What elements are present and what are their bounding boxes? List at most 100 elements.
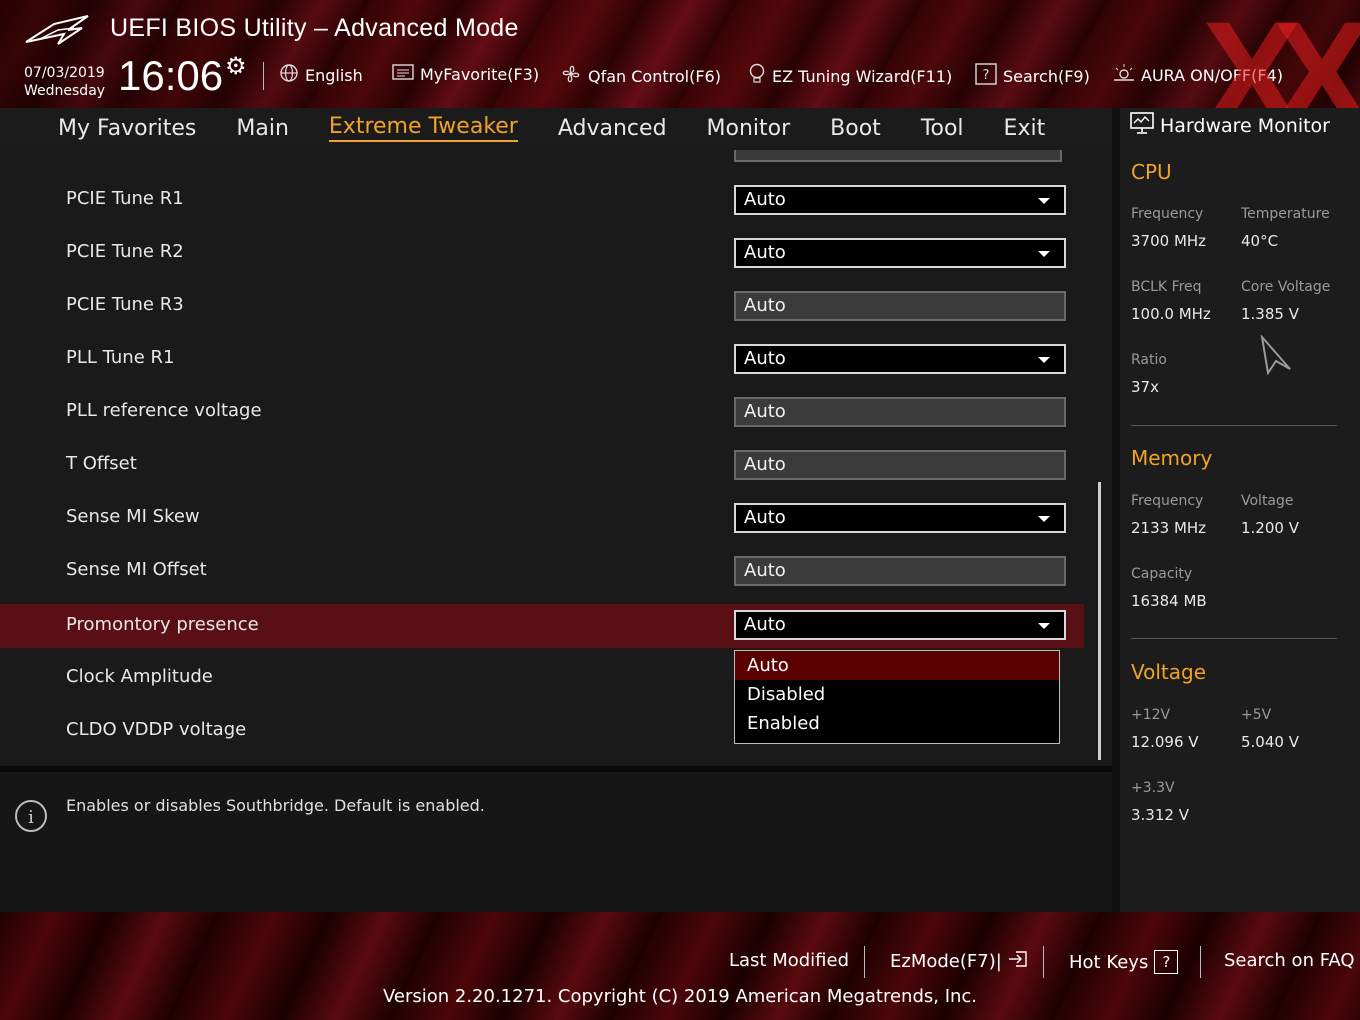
v12-value: 12.096 V <box>1131 733 1199 751</box>
cpu-temperature-label: Temperature <box>1241 206 1330 222</box>
ezmode-label: EzMode(F7)| <box>890 951 1002 972</box>
sense-mi-skew-dropdown[interactable]: Auto <box>734 503 1066 533</box>
pll-tune-r1-dropdown[interactable]: Auto <box>734 344 1066 374</box>
myfavorite-label: MyFavorite(F3) <box>420 65 540 84</box>
partial-setting-field <box>734 150 1062 162</box>
dropdown-value: Auto <box>744 614 786 635</box>
aura-light-icon <box>1113 63 1135 88</box>
cpu-frequency-label: Frequency <box>1131 206 1204 222</box>
clock-display: 16:06 <box>118 52 224 99</box>
v12-label: +12V <box>1131 707 1171 723</box>
setting-row-t-offset: T Offset Auto <box>0 443 1084 487</box>
pcie-tune-r2-dropdown[interactable]: Auto <box>734 238 1066 268</box>
dropdown-arrow-icon <box>1038 623 1050 629</box>
memory-capacity-label: Capacity <box>1131 566 1193 582</box>
memory-capacity-value: 16384 MB <box>1131 592 1207 610</box>
dropdown-arrow-icon <box>1038 251 1050 257</box>
qfan-label: Qfan Control(F6) <box>588 67 721 86</box>
option-enabled[interactable]: Enabled <box>735 709 1059 738</box>
tab-monitor[interactable]: Monitor <box>707 116 791 141</box>
monitor-icon <box>1130 112 1154 139</box>
setting-row-pcie-tune-r3: PCIE Tune R3 Auto <box>0 284 1084 328</box>
tab-main[interactable]: Main <box>236 116 289 141</box>
version-text: Version 2.20.1271. Copyright (C) 2019 Am… <box>382 986 978 1007</box>
pcie-tune-r3-field: Auto <box>734 291 1066 321</box>
mouse-cursor-icon <box>1260 335 1291 375</box>
help-box-icon: ? <box>975 63 997 90</box>
footer-bar: Last Modified EzMode(F7)| Hot Keys ? Sea… <box>0 912 1360 1020</box>
tab-exit[interactable]: Exit <box>1004 116 1046 141</box>
v33-value: 3.312 V <box>1131 806 1189 824</box>
scrollbar[interactable] <box>1098 482 1101 760</box>
tab-boot[interactable]: Boot <box>830 116 881 141</box>
dropdown-value: Auto <box>744 189 786 210</box>
myfavorite-button[interactable]: MyFavorite(F3) <box>392 63 539 86</box>
pcie-tune-r1-dropdown[interactable]: Auto <box>734 185 1066 215</box>
setting-label: Sense MI Offset <box>66 559 207 580</box>
voltage-heading: Voltage <box>1131 660 1207 684</box>
setting-label: PCIE Tune R3 <box>66 294 184 315</box>
weekday-text: Wednesday <box>24 83 106 99</box>
last-modified-button[interactable]: Last Modified <box>729 950 849 971</box>
globe-icon <box>279 63 299 88</box>
date-text: 07/03/2019 <box>24 65 105 81</box>
tab-tool[interactable]: Tool <box>921 116 964 141</box>
rog-logo-icon <box>25 15 89 45</box>
setting-row-pll-reference-voltage: PLL reference voltage Auto <box>0 390 1084 434</box>
cpu-frequency-value: 3700 MHz <box>1131 232 1207 250</box>
promontory-presence-dropdown[interactable]: Auto <box>734 610 1066 640</box>
divider <box>1200 946 1201 978</box>
search-button[interactable]: ? Search(F9) <box>975 63 1090 90</box>
setting-label: T Offset <box>66 453 137 474</box>
tab-my-favorites[interactable]: My Favorites <box>58 116 196 141</box>
setting-label: CLDO VDDP voltage <box>66 719 247 740</box>
app-title: UEFI BIOS Utility – Advanced Mode <box>110 14 519 42</box>
help-key-icon: ? <box>1154 950 1179 974</box>
info-icon: i <box>15 800 47 832</box>
pll-reference-voltage-field: Auto <box>734 397 1066 427</box>
watermark-logo: XX <box>1201 0 1360 108</box>
tab-advanced[interactable]: Advanced <box>558 116 667 141</box>
field-value: Auto <box>744 454 786 475</box>
dropdown-value: Auto <box>744 242 786 263</box>
search-faq-button[interactable]: Search on FAQ <box>1224 950 1355 971</box>
language-button[interactable]: English <box>279 63 363 88</box>
memory-voltage-value: 1.200 V <box>1241 519 1299 537</box>
qfan-control-button[interactable]: Qfan Control(F6) <box>560 63 721 90</box>
search-faq-label: Search on FAQ <box>1224 950 1355 971</box>
help-text: Enables or disables Southbridge. Default… <box>66 796 485 815</box>
exit-arrow-icon <box>1008 950 1028 973</box>
v5-value: 5.040 V <box>1241 733 1299 751</box>
dropdown-arrow-icon <box>1038 357 1050 363</box>
v33-label: +3.3V <box>1131 780 1175 796</box>
memory-frequency-label: Frequency <box>1131 493 1204 509</box>
setting-row-pcie-tune-r2[interactable]: PCIE Tune R2 Auto <box>0 231 1084 275</box>
setting-row-pcie-tune-r1[interactable]: PCIE Tune R1 Auto <box>0 178 1084 222</box>
language-label: English <box>305 66 363 85</box>
setting-row-sense-mi-offset: Sense MI Offset Auto <box>0 549 1084 593</box>
field-value: Auto <box>744 295 786 316</box>
ez-tuning-wizard-button[interactable]: EZ Tuning Wizard(F11) <box>748 63 952 90</box>
option-auto[interactable]: Auto <box>735 651 1059 680</box>
settings-list: PCIE Tune R1 Auto PCIE Tune R2 Auto PCIE… <box>0 148 1112 766</box>
field-value: Auto <box>744 560 786 581</box>
setting-row-pll-tune-r1[interactable]: PLL Tune R1 Auto <box>0 337 1084 381</box>
setting-row-promontory-presence[interactable]: Promontory presence Auto <box>0 604 1084 648</box>
ratio-label: Ratio <box>1131 352 1167 368</box>
cpu-temperature-value: 40°C <box>1241 232 1279 250</box>
setting-label: PCIE Tune R1 <box>66 188 184 209</box>
fan-icon <box>560 63 582 90</box>
divider <box>263 62 264 90</box>
favorite-list-icon <box>392 63 414 86</box>
tab-extreme-tweaker[interactable]: Extreme Tweaker <box>328 114 518 142</box>
dropdown-value: Auto <box>744 507 786 528</box>
setting-label: PCIE Tune R2 <box>66 241 184 262</box>
setting-row-sense-mi-skew[interactable]: Sense MI Skew Auto <box>0 496 1084 540</box>
field-value: Auto <box>744 401 786 422</box>
option-disabled[interactable]: Disabled <box>735 680 1059 709</box>
gear-icon[interactable]: ⚙ <box>225 52 247 80</box>
hot-keys-button[interactable]: Hot Keys ? <box>1069 950 1179 974</box>
setting-label: Clock Amplitude <box>66 666 213 687</box>
ezmode-button[interactable]: EzMode(F7)| <box>890 950 1028 973</box>
dropdown-options-popup: Auto Disabled Enabled <box>734 650 1060 744</box>
